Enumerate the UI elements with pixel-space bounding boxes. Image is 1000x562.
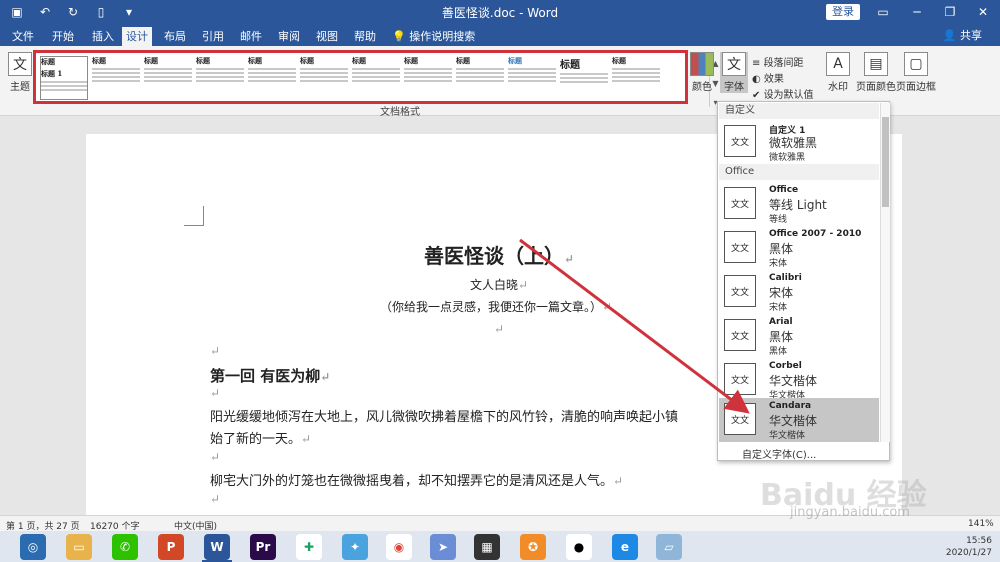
arrow-line xyxy=(519,238,750,414)
annotation-arrow xyxy=(519,238,750,414)
